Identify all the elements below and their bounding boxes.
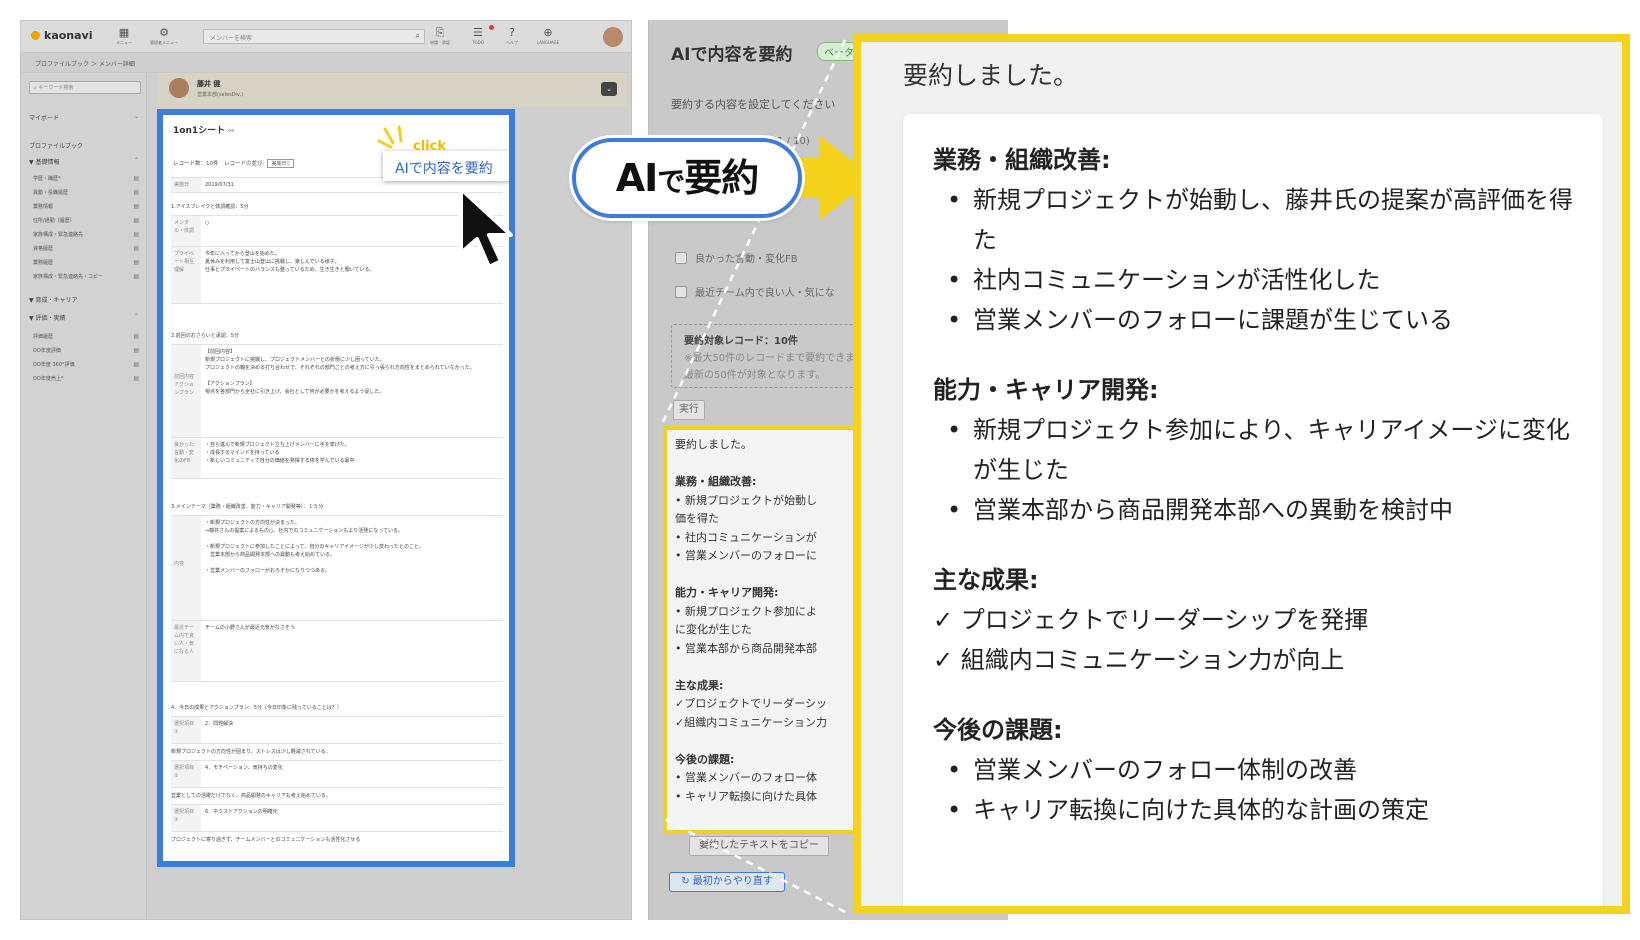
summary-bullet: 新規プロジェクト参加により、キャリアイメージに変化が生じた: [933, 410, 1573, 490]
summary-bullet: 営業メンバーのフォロー体制の改善: [933, 750, 1573, 790]
summary-section-title: 業務・組織改善:: [933, 146, 1111, 174]
summary-bullet: 社内コミュニケーションが活性化した: [933, 260, 1573, 300]
summary-bullet: キャリア転換に向けた具体的な計画の策定: [933, 790, 1573, 830]
summary-section-title: 主な成果:: [933, 566, 1039, 594]
summary-heading: 要約しました。: [903, 61, 1079, 90]
ai-summary-badge: AIで要約: [572, 138, 802, 218]
zoomed-summary: 要約しました。 業務・組織改善: 新規プロジェクトが始動し、藤井氏の提案が高評価を…: [853, 34, 1630, 914]
summary-section-title: 今後の課題:: [933, 716, 1063, 744]
summary-bullet: 新規プロジェクトが始動し、藤井氏の提案が高評価を得た: [933, 180, 1573, 260]
summary-achievement: ✓ プロジェクトでリーダーシップを発揮: [933, 606, 1369, 634]
summary-bullet: 営業メンバーのフォローに課題が生じている: [933, 300, 1573, 340]
summary-achievement: ✓ 組織内コミュニケーション力が向上: [933, 646, 1345, 674]
summary-bullet: 営業本部から商品開発本部への異動を検討中: [933, 490, 1573, 530]
summary-section-title: 能力・キャリア開発:: [933, 376, 1159, 404]
summary-card: 業務・組織改善: 新規プロジェクトが始動し、藤井氏の提案が高評価を得た社内コミュニ…: [903, 114, 1603, 906]
